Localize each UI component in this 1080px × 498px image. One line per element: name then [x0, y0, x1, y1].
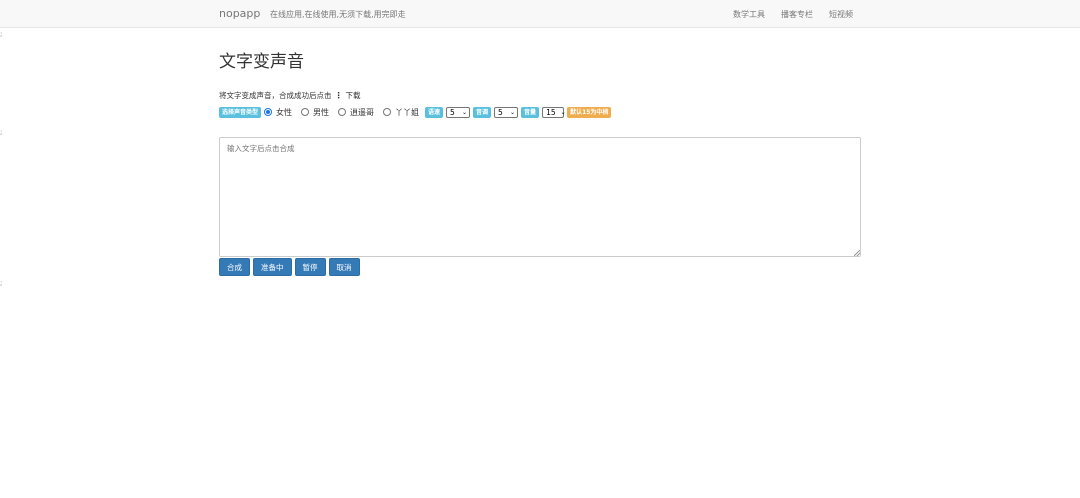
brand-link[interactable]: nopapp: [219, 7, 260, 20]
nav-link-short-video[interactable]: 短视频: [829, 9, 853, 20]
chevron-down-icon: ⌄: [510, 108, 516, 116]
default-volume-badge: 默认15为中档: [567, 106, 612, 118]
description-text: 将文字变成声音，合成成功后点击: [219, 91, 332, 100]
nav-link-math-tools[interactable]: 数学工具: [733, 9, 765, 20]
voice-option-xiaoyao[interactable]: 逍遥哥: [335, 107, 380, 118]
description-download-text: 下载: [345, 91, 361, 100]
download-icon: ⋮: [334, 91, 343, 100]
top-navbar: nopapp 在线应用,在线使用,无须下载,用完即走 数学工具 播客专栏 短视频: [0, 0, 1080, 28]
voice-label-xiaoyao: 逍遥哥: [350, 107, 375, 117]
speed-value: 5: [450, 107, 455, 117]
pitch-value: 5: [498, 107, 503, 117]
text-input[interactable]: [219, 137, 861, 257]
edge-mark: ;: [0, 128, 3, 136]
radio-xiaoyao[interactable]: [338, 108, 347, 116]
edge-mark: ;: [0, 279, 3, 287]
pitch-select[interactable]: 5 ⌄: [494, 106, 519, 118]
action-buttons: 合成 准备中 暂停 取消: [219, 258, 360, 276]
page-description: 将文字变成声音，合成成功后点击 ⋮ 下载: [219, 90, 361, 101]
speed-badge: 语速: [425, 106, 444, 118]
navbar-tagline: 在线应用,在线使用,无须下载,用完即走: [270, 10, 406, 19]
voice-option-female[interactable]: 女性: [261, 107, 298, 118]
volume-badge: 音量: [521, 106, 540, 118]
chevron-down-icon: ⌄: [462, 108, 468, 116]
radio-yaya[interactable]: [383, 108, 392, 116]
voice-options-row: 选择声音类型 女性 男性 逍遥哥 丫丫姐 语速 5 ⌄ 音调 5 ⌄ 音量 15…: [219, 105, 612, 119]
cancel-button[interactable]: 取消: [328, 258, 360, 276]
pitch-badge: 音调: [473, 106, 492, 118]
voice-type-badge: 选择声音类型: [219, 106, 262, 118]
radio-female[interactable]: [264, 108, 273, 116]
radio-male[interactable]: [301, 108, 310, 116]
voice-option-male[interactable]: 男性: [298, 107, 335, 118]
nav-links: 数学工具 播客专栏 短视频: [733, 9, 853, 20]
voice-label-female: 女性: [276, 107, 293, 117]
synthesize-button[interactable]: 合成: [219, 258, 250, 276]
voice-label-yaya: 丫丫姐: [395, 107, 420, 117]
volume-value: 15: [546, 107, 556, 117]
volume-select[interactable]: 15 ⌄: [542, 106, 566, 118]
ready-button[interactable]: 准备中: [253, 258, 292, 276]
edge-mark: ;: [0, 30, 3, 38]
page-title: 文字变声音: [219, 52, 304, 72]
voice-label-male: 男性: [313, 107, 330, 117]
pause-button[interactable]: 暂停: [294, 258, 326, 276]
chevron-down-icon: ⌄: [560, 108, 566, 116]
nav-link-podcast[interactable]: 播客专栏: [781, 9, 813, 20]
voice-option-yaya[interactable]: 丫丫姐: [380, 107, 425, 118]
resize-handle-icon[interactable]: [854, 250, 860, 256]
speed-select[interactable]: 5 ⌄: [446, 106, 471, 118]
